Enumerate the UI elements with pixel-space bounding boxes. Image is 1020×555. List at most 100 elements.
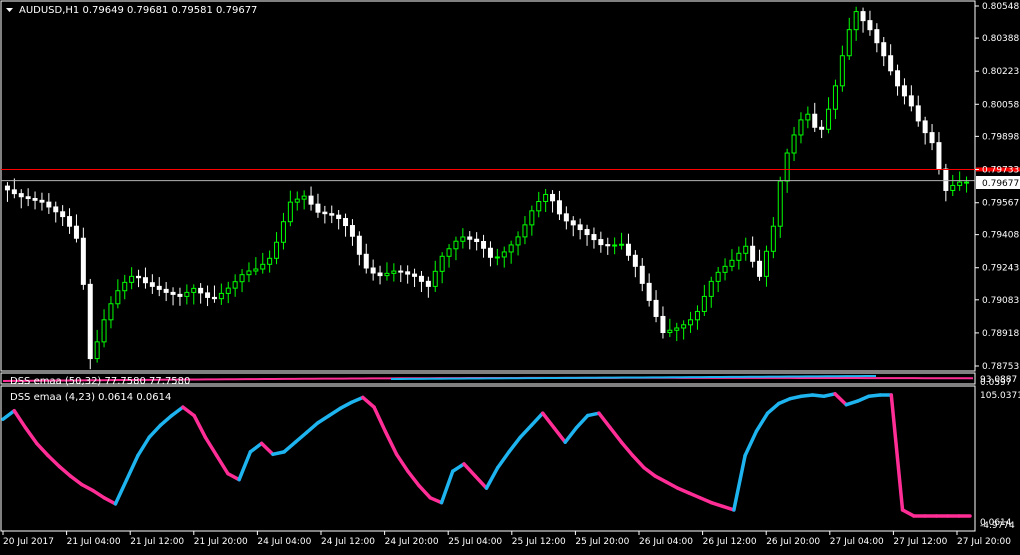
candle-body xyxy=(142,277,148,284)
time-axis-label: 26 Jul 04:00 xyxy=(639,537,693,547)
candle-body xyxy=(67,216,73,227)
candle-body xyxy=(274,241,280,259)
candle-body xyxy=(39,199,45,203)
candle-body xyxy=(87,283,93,360)
candle-body xyxy=(543,193,549,202)
candle-body xyxy=(425,280,431,287)
candle-body xyxy=(329,213,335,216)
candle-body xyxy=(439,255,445,272)
candle-body xyxy=(487,247,493,258)
candle-body xyxy=(60,211,66,218)
candle-body xyxy=(225,287,231,294)
candle-body xyxy=(191,287,197,293)
candle-body xyxy=(239,274,245,283)
candle-body xyxy=(481,241,487,249)
candle-body xyxy=(398,270,404,273)
candle-body xyxy=(922,120,928,134)
candle-body xyxy=(108,303,114,321)
time-axis-label: 27 Jul 12:00 xyxy=(893,537,947,547)
price-axis-label: 0.79243 xyxy=(982,264,1019,274)
time-axis-label: 25 Jul 20:00 xyxy=(575,537,629,547)
chart-svg[interactable]: 0.80548 0.80388 0.80223 0.80058 0.79898 0.797… xyxy=(0,0,1020,551)
candle-body xyxy=(736,252,742,261)
indicator2-label: DSS emaa (4,23) 0.0614 0.0614 xyxy=(10,392,171,403)
candle-body xyxy=(839,55,845,87)
chart-window[interactable]: 0.80548 0.80388 0.80223 0.80058 0.79898 0.797… xyxy=(0,0,1020,551)
candle-body xyxy=(177,293,183,297)
candle-body xyxy=(184,291,190,297)
candle-body xyxy=(315,203,321,213)
candle-body xyxy=(936,142,942,170)
candle-body xyxy=(722,265,728,273)
candle-body xyxy=(632,254,638,267)
candle-body xyxy=(943,168,949,191)
candle-body xyxy=(763,250,769,277)
candle-body xyxy=(453,240,459,250)
candle-body xyxy=(163,288,169,293)
candle-body xyxy=(129,275,135,283)
candle-body xyxy=(343,218,349,227)
candle-body xyxy=(784,152,790,182)
candle-body xyxy=(819,126,825,130)
candle-body xyxy=(391,270,397,274)
time-axis-label: 24 Jul 12:00 xyxy=(321,537,375,547)
candle-body xyxy=(688,319,694,326)
candle-body xyxy=(812,113,818,128)
current-price-text: 0.79677 xyxy=(982,179,1019,189)
time-axis-label: 27 Jul 04:00 xyxy=(830,537,884,547)
price-axis-label: 0.80058 xyxy=(982,100,1019,110)
candle-body xyxy=(964,181,970,184)
candle-body xyxy=(418,275,424,282)
candle-body xyxy=(729,259,735,267)
candle-body xyxy=(122,281,128,292)
price-axis-label: 0.78753 xyxy=(982,362,1019,372)
candle-body xyxy=(377,272,383,277)
candle-body xyxy=(860,11,866,22)
candle-body xyxy=(957,181,963,186)
candle-body xyxy=(356,235,362,255)
candle-body xyxy=(625,243,631,256)
candle-body xyxy=(584,229,590,236)
candle-body xyxy=(4,185,10,191)
ind1-scale-bottom: 0.0597 xyxy=(980,378,1012,388)
candle-body xyxy=(53,206,59,213)
time-axis-label: 26 Jul 12:00 xyxy=(703,537,757,547)
candle-body xyxy=(363,253,369,269)
candle-body xyxy=(901,85,907,97)
candle-body xyxy=(826,108,832,130)
candle-body xyxy=(287,201,293,223)
candle-body xyxy=(384,272,390,277)
candle-body xyxy=(701,295,707,312)
candle-body xyxy=(198,287,204,294)
candle-body xyxy=(750,245,756,262)
candle-body xyxy=(501,251,507,258)
time-axis-label: 21 Jul 12:00 xyxy=(130,537,184,547)
candle-body xyxy=(915,105,921,122)
candle-body xyxy=(529,210,535,226)
price-axis-label: 0.80388 xyxy=(982,34,1019,44)
candle-body xyxy=(591,234,597,241)
candle-body xyxy=(322,211,328,215)
price-axis-label: 0.80548 xyxy=(982,2,1019,12)
time-axis-label: 24 Jul 04:00 xyxy=(257,537,311,547)
price-axis-label: 0.80223 xyxy=(982,67,1019,77)
candle-body xyxy=(619,243,625,246)
candle-body xyxy=(846,29,852,57)
candle-body xyxy=(246,270,252,276)
candle-body xyxy=(149,282,155,287)
price-axis-label: 0.79733 xyxy=(982,165,1019,175)
candle-body xyxy=(667,329,673,334)
candle-body xyxy=(550,193,556,202)
price-axis-label: 0.78918 xyxy=(982,329,1019,339)
candle-body xyxy=(598,239,604,246)
candle-body xyxy=(832,85,838,110)
candle-body xyxy=(743,245,749,254)
candle-body xyxy=(494,256,500,259)
candle-body xyxy=(101,319,107,343)
candle-body xyxy=(929,132,935,144)
candle-body xyxy=(639,265,645,284)
candle-body xyxy=(508,244,514,253)
time-axis-label: 24 Jul 20:00 xyxy=(385,537,439,547)
candle-body xyxy=(280,221,286,243)
time-axis-label: 25 Jul 04:00 xyxy=(448,537,502,547)
